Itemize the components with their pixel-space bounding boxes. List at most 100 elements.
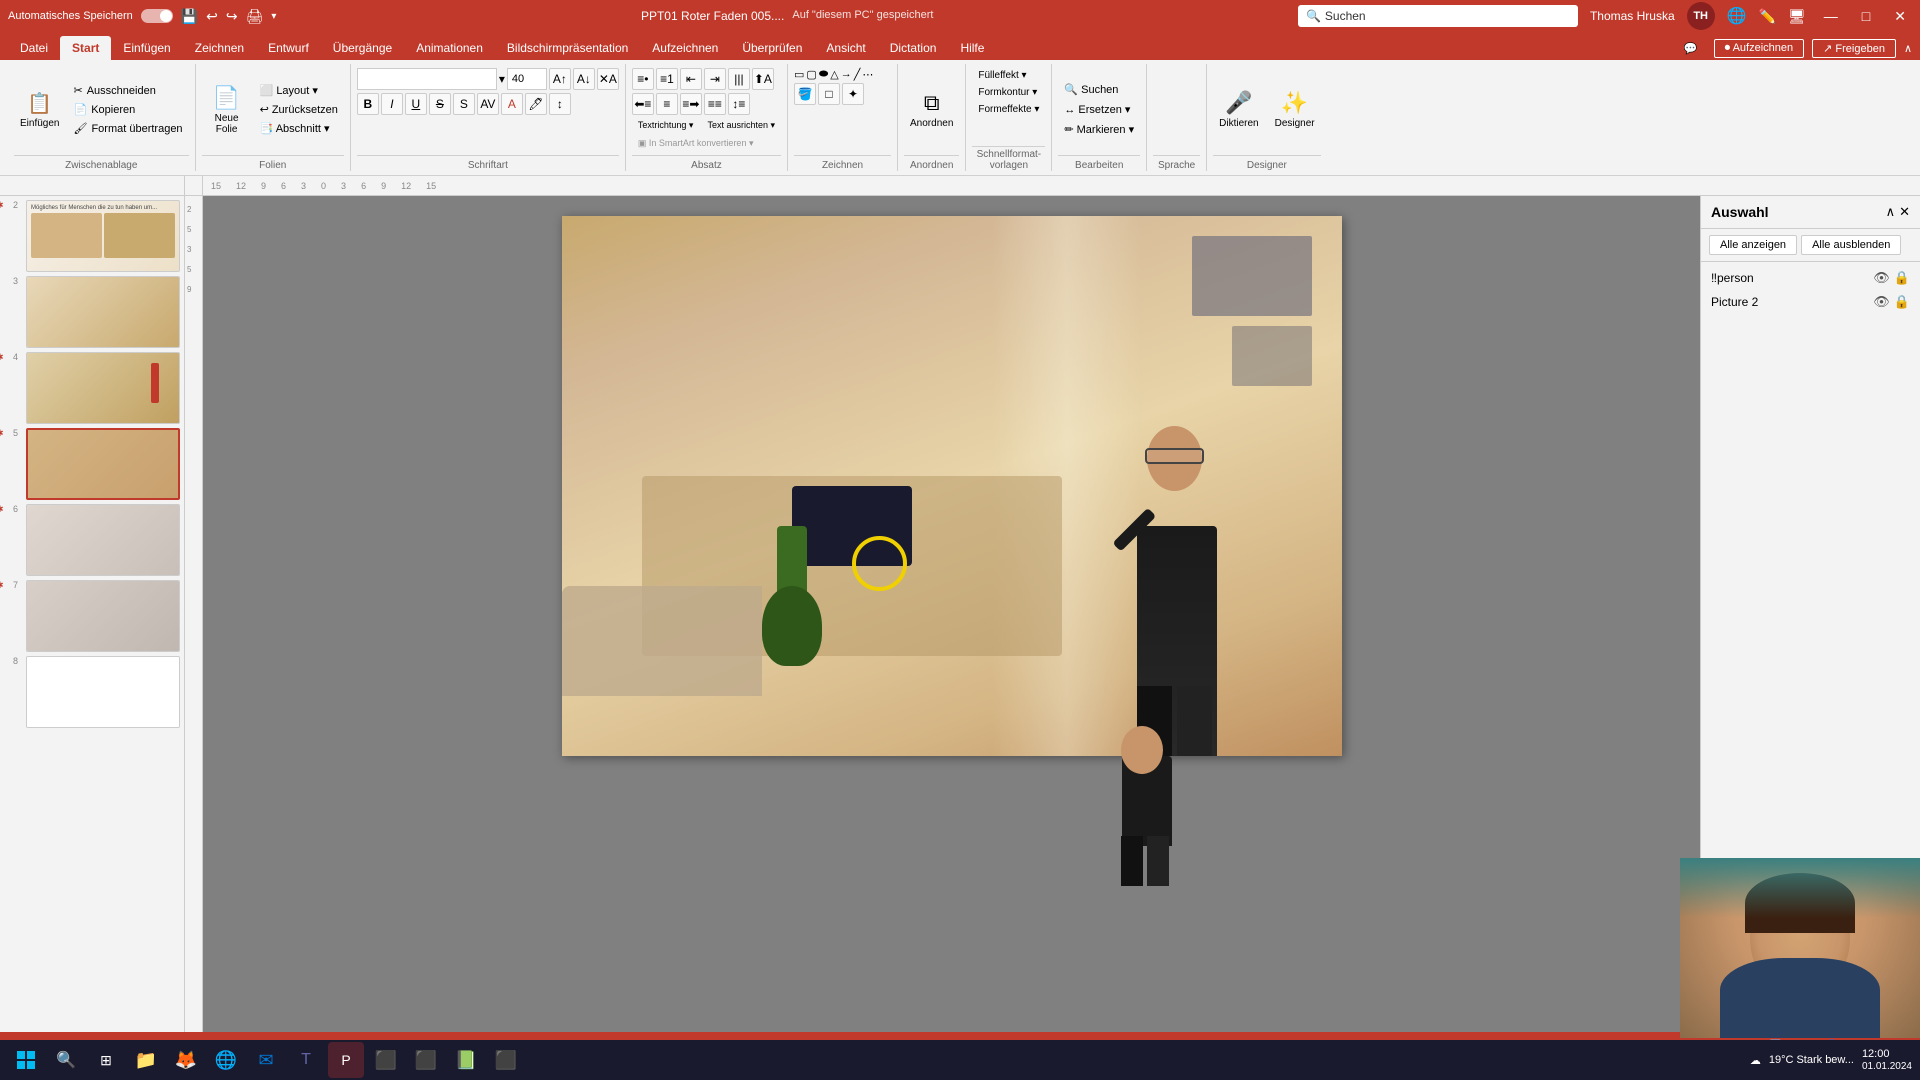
tab-datei[interactable]: Datei [8,36,60,60]
taskbar-app2[interactable]: ⬛ [408,1042,444,1078]
align-center-button[interactable]: ≡ [656,93,678,115]
neue-folie-button[interactable]: 📄 NeueFolie [202,81,252,139]
tab-einfügen[interactable]: Einfügen [111,36,182,60]
text-ausrichten-button[interactable]: Text ausrichten ▾ [701,118,781,133]
rounded-rect-shape[interactable]: ▢ [806,68,816,81]
pen-icon[interactable]: ✏️ [1759,8,1776,25]
aufzeichnen-button[interactable]: ⏺ Aufzeichnen [1714,39,1805,58]
slide-thumb-8[interactable]: 8 [4,656,180,728]
font-decrease-button[interactable]: A↓ [573,68,595,90]
bold-button[interactable]: B [357,93,379,115]
more-shapes[interactable]: ⋯ [862,68,873,81]
taskbar-teams[interactable]: T [288,1042,324,1078]
slide-thumb-2[interactable]: 2 ✱ Mögliches für Menschen die zu tun ha… [4,200,180,272]
slide-img-8[interactable] [26,656,180,728]
tab-übergänge[interactable]: Übergänge [321,36,404,60]
slide-img-3[interactable] [26,276,180,348]
tab-zeichnen[interactable]: Zeichnen [183,36,256,60]
tab-dictation[interactable]: Dictation [878,36,949,60]
cols-button[interactable]: ||| [728,68,750,90]
text-direction-btn[interactable]: ⬆A [752,68,774,90]
slide-thumb-7[interactable]: 7 ✱ [4,580,180,652]
slide-canvas[interactable] [562,216,1342,756]
ausschneiden-button[interactable]: ✂ Ausschneiden [67,82,188,99]
taskbar-app4[interactable]: ⬛ [488,1042,524,1078]
slide-img-5[interactable] [26,428,180,500]
layout-button[interactable]: ⬜ Layout ▾ [254,82,344,99]
panel-close-btn[interactable]: ✕ [1899,204,1910,220]
taskbar-mail[interactable]: ✉ [248,1042,284,1078]
search-taskbar[interactable]: 🔍 [48,1042,84,1078]
font-name-input[interactable] [357,68,497,90]
picture2-visibility-icon[interactable]: 👁 [1873,294,1890,310]
panel-chevron-up[interactable]: ∧ [1886,204,1896,220]
panel-item-picture2[interactable]: Picture 2 👁 🔒 [1701,290,1920,314]
font-increase-button[interactable]: A↑ [549,68,571,90]
minimize-button[interactable]: — [1818,6,1844,26]
align-left-button[interactable]: ⬅≡ [632,93,654,115]
autosave-toggle[interactable] [141,9,173,23]
hide-all-button[interactable]: Alle ausblenden [1801,235,1901,255]
einfügen-button[interactable]: 📋 Einfügen [14,87,65,133]
line-shape[interactable]: ╱ [854,68,861,81]
oval-shape[interactable]: ⬬ [819,68,828,81]
font-size-input[interactable] [507,68,547,90]
text-dir-button[interactable]: ↕ [549,93,571,115]
start-button[interactable] [8,1042,44,1078]
anordnen-button[interactable]: ⧉ Anordnen [904,86,959,133]
smartart-button[interactable]: ▣ In SmartArt konvertieren ▾ [632,136,781,151]
panel-item-person[interactable]: ‼person 👁 🔒 [1701,266,1920,290]
maximize-button[interactable]: □ [1856,6,1876,26]
taskbar-app3[interactable]: 📗 [448,1042,484,1078]
font-color-button[interactable]: A [501,93,523,115]
italic-button[interactable]: I [381,93,403,115]
tab-start[interactable]: Start [60,36,111,60]
char-spacing-button[interactable]: AV [477,93,499,115]
line-spacing-button[interactable]: ↕≡ [728,93,750,115]
kopieren-button[interactable]: 📄 Kopieren [67,101,188,118]
justify-button[interactable]: ≡≡ [704,93,726,115]
underline-button[interactable]: U [405,93,427,115]
tab-aufzeichnen[interactable]: Aufzeichnen [640,36,730,60]
comments-button[interactable]: 💬 [1676,39,1706,58]
slide-img-4[interactable] [26,352,180,424]
taskview-button[interactable]: ⊞ [88,1042,124,1078]
picture2-lock-icon[interactable]: 🔒 [1894,294,1910,310]
tab-entwurf[interactable]: Entwurf [256,36,321,60]
person-lock-icon[interactable]: 🔒 [1894,270,1910,286]
textrichtung-button[interactable]: Textrichtung ▾ [632,118,700,133]
slide-img-2[interactable]: Mögliches für Menschen die zu tun haben … [26,200,180,272]
taskbar-app1[interactable]: ⬛ [368,1042,404,1078]
save-icon[interactable]: 💾 [181,8,198,25]
triangle-shape[interactable]: △ [830,68,838,81]
clear-format-button[interactable]: ✕A [597,68,619,90]
diktieren-button[interactable]: 🎤 Diktieren [1213,86,1264,133]
arrow-shape[interactable]: → [841,68,852,81]
zurücksetzen-button[interactable]: ↩ Zurücksetzen [254,101,344,118]
indent-more-button[interactable]: ⇥ [704,68,726,90]
format-übertragen-button[interactable]: 🖌 Format übertragen [67,120,188,137]
designer-button[interactable]: ✨ Designer [1269,86,1321,133]
list-num-button[interactable]: ≡1 [656,68,678,90]
user-avatar[interactable]: TH [1687,2,1715,30]
strikethrough-button[interactable]: S [429,93,451,115]
highlight-button[interactable]: 🖊 [525,93,547,115]
slide-thumb-4[interactable]: 4 ✱ [4,352,180,424]
fülleffekt-button[interactable]: Fülleffekt ▾ [972,68,1045,83]
redo-icon[interactable]: ↪ [226,8,238,25]
formeffekte-button[interactable]: Formeffekte ▾ [972,102,1045,117]
markieren-button[interactable]: ✏ Markieren ▾ [1058,121,1140,138]
indent-less-button[interactable]: ⇤ [680,68,702,90]
tab-überprüfen[interactable]: Überprüfen [730,36,814,60]
formkontur-button[interactable]: Formkontur ▾ [972,85,1045,100]
tab-bildschirm[interactable]: Bildschirmpräsentation [495,36,640,60]
effect-button[interactable]: ✦ [842,83,864,105]
list-bullet-button[interactable]: ≡• [632,68,654,90]
slide-img-6[interactable] [26,504,180,576]
slide-thumb-3[interactable]: 3 [4,276,180,348]
taskbar-browser[interactable]: 🦊 [168,1042,204,1078]
person-visibility-icon[interactable]: 👁 [1873,270,1890,286]
outline-button[interactable]: □ [818,83,840,105]
abschnitt-button[interactable]: 📑 Abschnitt ▾ [254,120,344,137]
tab-hilfe[interactable]: Hilfe [948,36,996,60]
